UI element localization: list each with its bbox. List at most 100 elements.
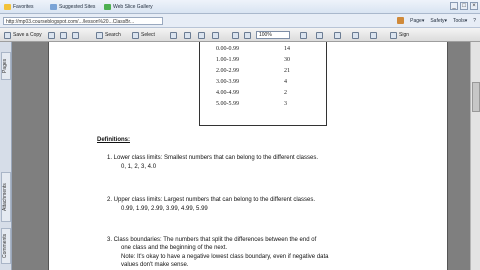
favorites-button[interactable]: Favorites — [4, 3, 34, 11]
highlight-icon — [370, 31, 377, 39]
table-row: 4.00-4.99 2 — [200, 88, 328, 98]
search-icon — [96, 31, 103, 39]
address-bar-row: http://mp03.courseblogspot.com/.../lesso… — [0, 14, 480, 28]
frequency-value: 14 — [284, 46, 290, 52]
pdf-toolbar: Save a Copy Search Select 100% Sign — [0, 28, 480, 42]
sign-label: Sign — [399, 32, 410, 38]
cursor-icon — [132, 31, 139, 39]
email-icon — [60, 31, 67, 39]
home-icon[interactable] — [397, 17, 405, 24]
definition-2-values: 0.99, 1.99, 2.99, 3.99, 4.99, 5.99 — [121, 206, 208, 212]
fit-page-icon — [198, 31, 205, 39]
frequency-table: 0.00-0.99 14 1.00-1.99 30 2.00-2.99 21 3… — [199, 42, 327, 126]
document-view[interactable]: 0.00-0.99 14 1.00-1.99 30 2.00-2.99 21 3… — [12, 42, 480, 270]
favorites-label: Favorites — [13, 4, 34, 10]
select-label: Select — [141, 32, 155, 38]
find-icon — [72, 31, 79, 39]
browser-command-bar: Page▾ Safety▾ Tools▾ ? — [397, 17, 476, 25]
class-range: 5.00-5.99 — [216, 101, 239, 107]
zoom-in-button[interactable] — [184, 31, 191, 39]
definition-3-title: 3. Class boundaries: The numbers that sp… — [107, 237, 317, 243]
definition-1-title: 1. Lower class limits: Smallest numbers … — [107, 155, 318, 161]
attachments-tab[interactable]: Attachments — [1, 172, 11, 222]
arrow-down-icon — [316, 31, 323, 39]
zoom-level-field[interactable]: 100% — [256, 31, 290, 39]
browser-favorites-bar: Favorites Suggested Sites Web Slice Gall… — [0, 0, 480, 14]
suggested-sites-label: Suggested Sites — [59, 4, 96, 10]
definition-1-values: 0, 1, 2, 3, 4.0 — [121, 164, 157, 170]
web-slice-label: Web Slice Gallery — [113, 4, 153, 10]
page-menu[interactable]: Page▾ — [410, 17, 424, 25]
close-icon[interactable]: × — [470, 2, 478, 10]
frequency-value: 2 — [284, 90, 287, 96]
class-range: 0.00-0.99 — [216, 46, 239, 52]
url-field[interactable]: http://mp03.courseblogspot.com/.../lesso… — [3, 17, 163, 25]
zoom-out-button[interactable] — [232, 31, 239, 39]
minimize-icon[interactable]: _ — [450, 2, 458, 10]
suggested-sites-link[interactable]: Suggested Sites — [50, 3, 95, 11]
find-button[interactable] — [72, 31, 79, 39]
arrow-up-icon — [300, 31, 307, 39]
frequency-value: 3 — [284, 101, 287, 107]
scrollbar-thumb[interactable] — [472, 82, 480, 112]
select-tool-button[interactable]: Select — [132, 31, 155, 39]
page-icon — [50, 4, 57, 10]
sign-button[interactable]: Sign — [390, 31, 409, 39]
class-range: 4.00-4.99 — [216, 90, 239, 96]
definition-3-note-cont: values don't make sense. — [121, 262, 189, 268]
fit-width-icon — [212, 31, 219, 39]
class-range: 2.00-2.99 — [216, 68, 239, 74]
window-controls: _ □ × — [450, 2, 478, 10]
maximize-icon[interactable]: □ — [460, 2, 468, 10]
zoom-out-icon — [232, 31, 239, 39]
table-row: 1.00-1.99 30 — [200, 55, 328, 65]
highlight-button[interactable] — [370, 31, 377, 39]
print-button[interactable] — [48, 31, 55, 39]
save-copy-button[interactable]: Save a Copy — [4, 31, 42, 39]
definition-3-line2: one class and the beginning of the next. — [121, 245, 228, 251]
table-row: 3.00-3.99 4 — [200, 77, 328, 87]
web-slice-icon — [104, 4, 111, 10]
save-copy-label: Save a Copy — [13, 32, 42, 38]
tools-menu[interactable]: Tools▾ — [453, 17, 467, 25]
fit-width-button[interactable] — [212, 31, 219, 39]
rotate-icon — [334, 31, 341, 39]
vertical-scrollbar[interactable] — [470, 42, 480, 270]
zoom-plus-icon — [244, 31, 251, 39]
pdf-page: 0.00-0.99 14 1.00-1.99 30 2.00-2.99 21 3… — [48, 42, 448, 270]
hand-tool-button[interactable] — [170, 31, 177, 39]
hand-icon — [170, 31, 177, 39]
rotate-button[interactable] — [334, 31, 341, 39]
comment-button[interactable] — [352, 31, 359, 39]
star-icon — [4, 4, 11, 10]
next-page-button[interactable] — [316, 31, 323, 39]
comment-icon — [352, 31, 359, 39]
frequency-value: 21 — [284, 68, 290, 74]
class-range: 1.00-1.99 — [216, 57, 239, 63]
table-row: 5.00-5.99 3 — [200, 99, 328, 109]
frequency-value: 30 — [284, 57, 290, 63]
fit-page-button[interactable] — [198, 31, 205, 39]
table-row: 0.00-0.99 14 — [200, 44, 328, 54]
search-button[interactable]: Search — [96, 31, 121, 39]
class-range: 3.00-3.99 — [216, 79, 239, 85]
pen-icon — [390, 31, 397, 39]
navigation-panel: Pages Attachments Comments — [0, 42, 12, 270]
email-button[interactable] — [60, 31, 67, 39]
print-icon — [48, 31, 55, 39]
definition-2-title: 2. Upper class limits: Largest numbers t… — [107, 197, 315, 203]
frequency-value: 4 — [284, 79, 287, 85]
search-label: Search — [105, 32, 121, 38]
help-menu[interactable]: ? — [473, 17, 476, 25]
zoom-in-plus-button[interactable] — [244, 31, 251, 39]
save-icon — [4, 31, 11, 39]
previous-page-button[interactable] — [300, 31, 307, 39]
definition-3-note: Note: It's okay to have a negative lowes… — [121, 254, 329, 260]
definitions-heading: Definitions: — [97, 137, 130, 143]
safety-menu[interactable]: Safety▾ — [430, 17, 447, 25]
table-row: 2.00-2.99 21 — [200, 66, 328, 76]
web-slice-gallery-link[interactable]: Web Slice Gallery — [104, 3, 153, 11]
zoom-in-icon — [184, 31, 191, 39]
pages-tab[interactable]: Pages — [1, 52, 11, 80]
comments-tab[interactable]: Comments — [1, 228, 11, 264]
